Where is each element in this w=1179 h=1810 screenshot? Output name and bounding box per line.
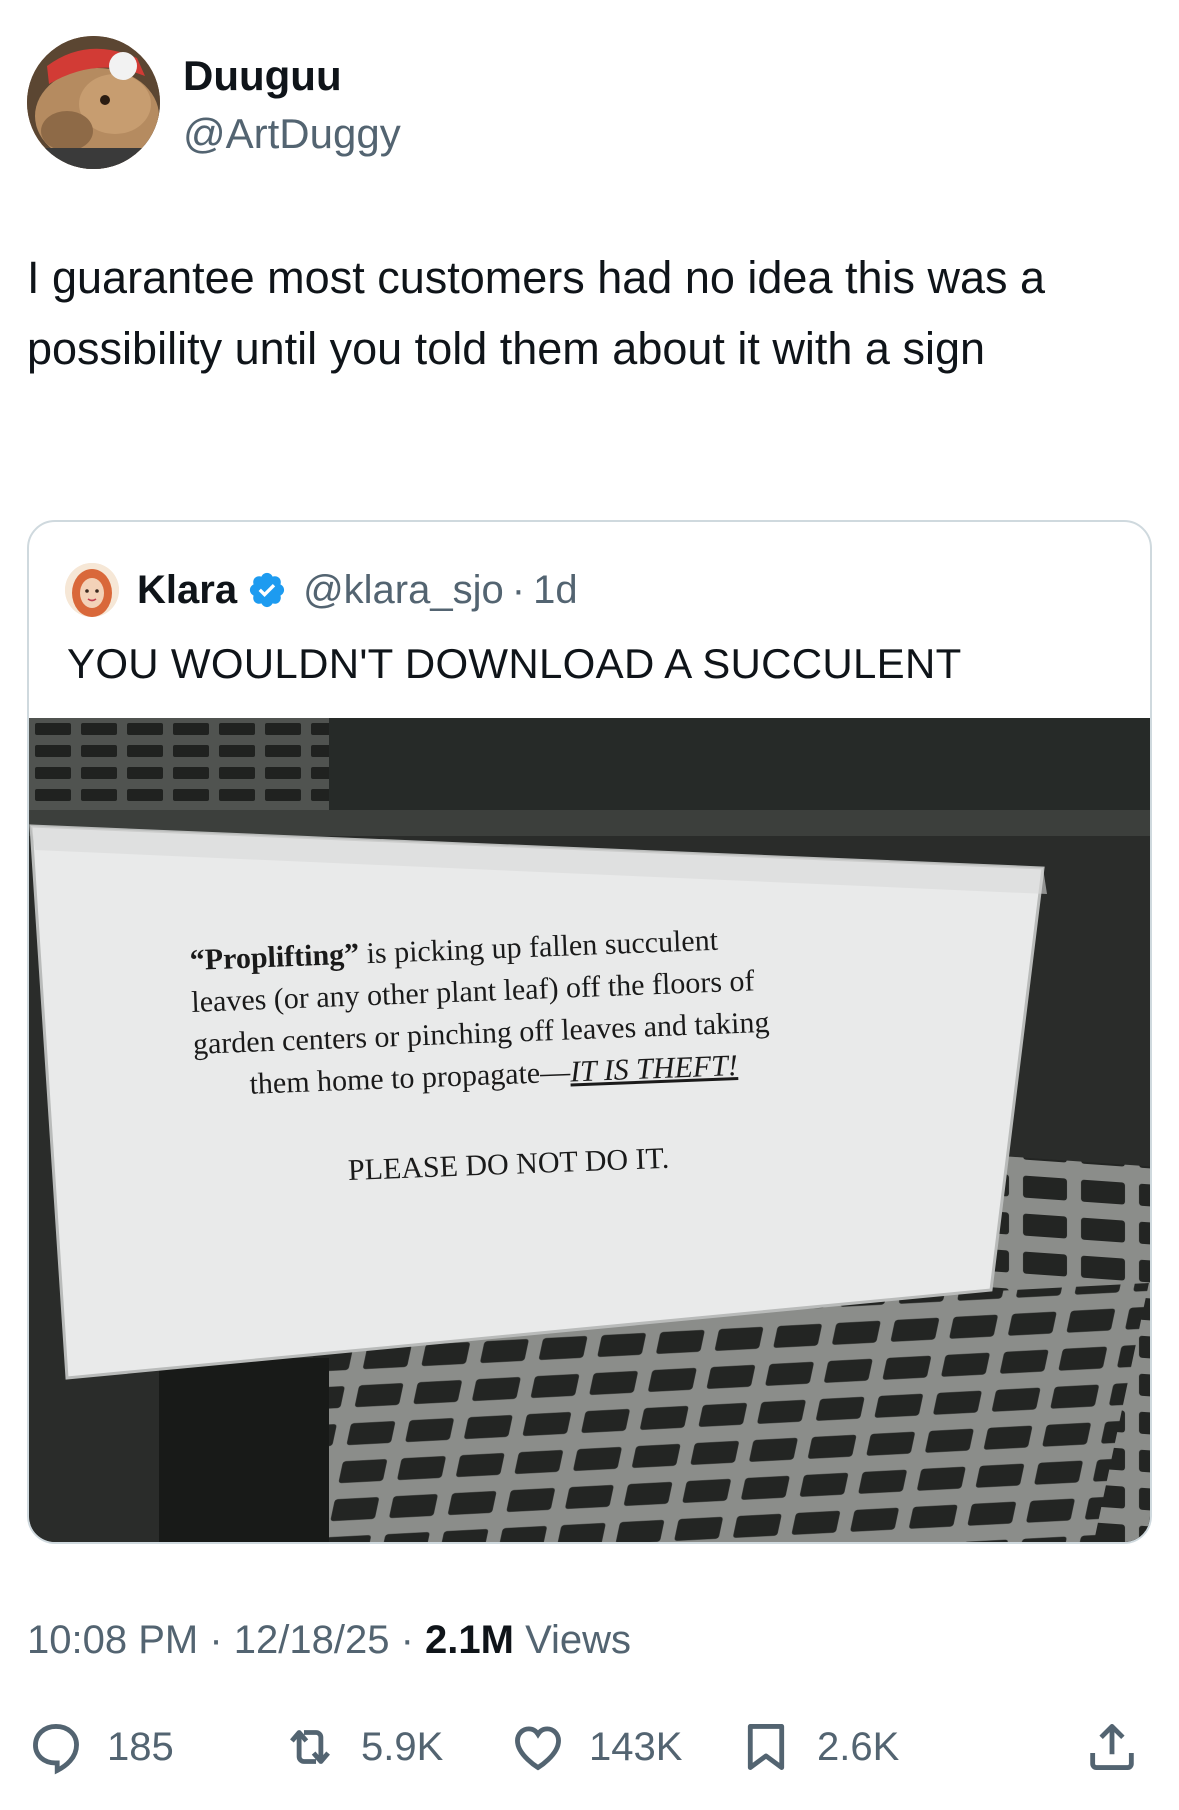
like-count: 143K: [589, 1724, 683, 1769]
sign-line4-start: them home to propagate—: [248, 1055, 571, 1101]
quoted-tweet-photo[interactable]: “Proplifting” is picking up fallen succu…: [29, 718, 1150, 1542]
separator-dot: ·: [511, 567, 526, 612]
views-label: Views: [513, 1618, 632, 1662]
tweet-header: Duuguu @ArtDuggy: [27, 36, 1147, 172]
repost-icon: [290, 1730, 330, 1764]
quoted-tweet-text: YOU WOULDN'T DOWNLOAD A SUCCULENT: [67, 640, 962, 687]
author-avatar[interactable]: [27, 36, 160, 169]
heart-icon: [515, 1726, 561, 1771]
verified-badge-icon: [249, 572, 285, 608]
author-handle[interactable]: @ArtDuggy: [183, 110, 401, 158]
repost-button[interactable]: 5.9K: [281, 1712, 443, 1782]
quoted-tweet-header: Klara @klara_sjo · 1d: [65, 562, 578, 618]
share-button[interactable]: [1083, 1712, 1141, 1782]
quoted-tweet-age[interactable]: 1d: [533, 568, 578, 613]
repost-count: 5.9K: [361, 1724, 444, 1769]
like-button[interactable]: 143K: [509, 1712, 682, 1782]
reply-button[interactable]: 185: [27, 1712, 174, 1782]
action-bar: 185 5.9K 143K 2.6K: [27, 1712, 1157, 1782]
tweet-meta: 10:08 PM · 12/18/25 · 2.1M Views: [27, 1618, 631, 1663]
quoted-tweet[interactable]: Klara @klara_sjo · 1d YOU WOULDN'T DOWNL…: [27, 520, 1152, 1544]
share-icon: [1090, 1724, 1134, 1770]
quoted-author-handle[interactable]: @klara_sjo: [303, 568, 504, 613]
sign-text: “Proplifting” is picking up fallen succu…: [189, 915, 838, 1197]
sign-line1-bold: “Proplifting”: [189, 937, 360, 977]
reply-icon: [33, 1724, 79, 1775]
tweet-time[interactable]: 10:08 PM: [27, 1618, 198, 1662]
author-name[interactable]: Duuguu: [183, 52, 342, 100]
views-count: 2.1M: [425, 1618, 514, 1662]
meta-separator: ·: [389, 1618, 426, 1662]
bookmark-icon: [747, 1724, 785, 1770]
tweet-date[interactable]: 12/18/25: [234, 1618, 390, 1662]
tweet-text: I guarantee most customers had no idea t…: [27, 252, 1046, 374]
bookmark-count: 2.6K: [817, 1724, 900, 1769]
quoted-author-name[interactable]: Klara: [137, 568, 237, 613]
bookmark-button[interactable]: 2.6K: [737, 1712, 899, 1782]
reply-count: 185: [107, 1724, 174, 1769]
sign-line4-underlined: IT IS THEFT!: [569, 1049, 739, 1089]
meta-separator: ·: [198, 1618, 234, 1662]
quoted-author-avatar[interactable]: [65, 563, 119, 617]
